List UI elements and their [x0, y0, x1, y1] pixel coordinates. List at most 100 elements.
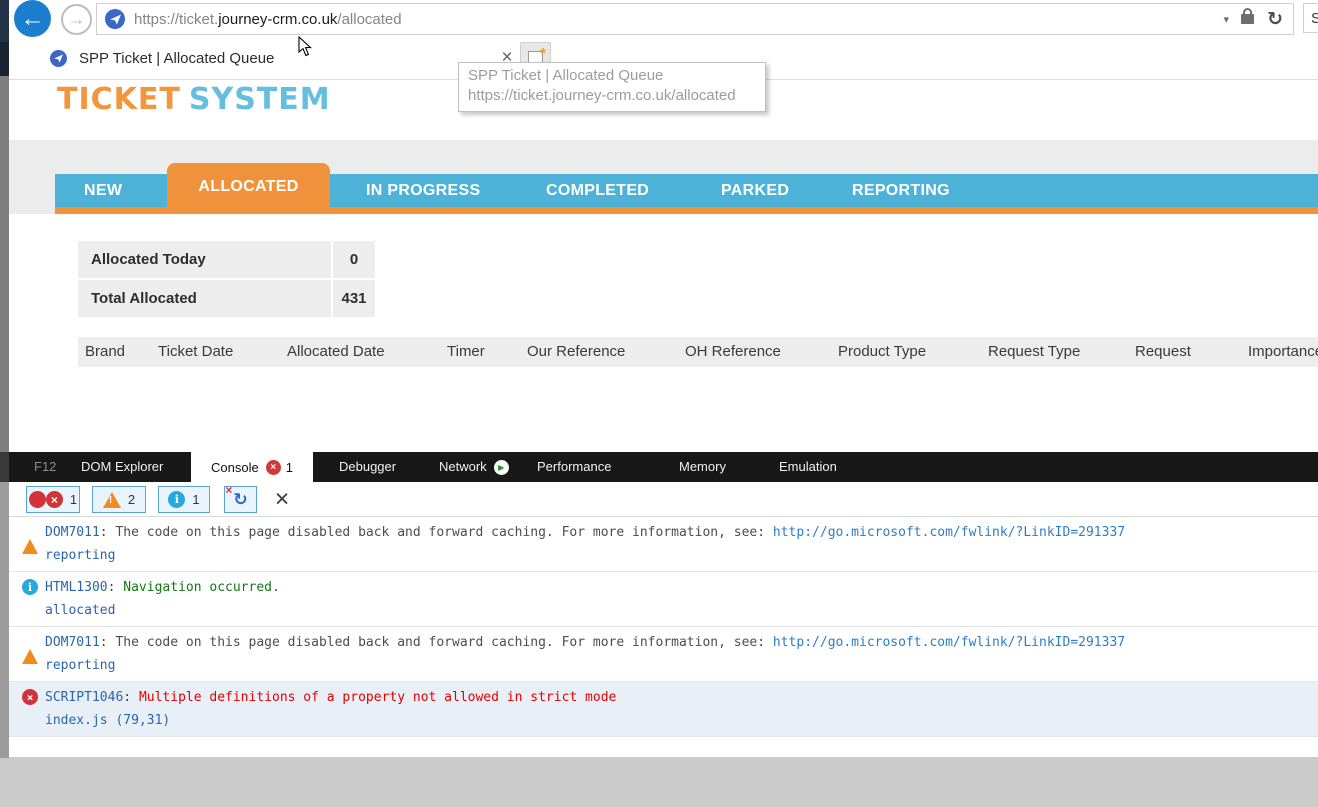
stat-label: Allocated Today	[78, 241, 331, 278]
background-window-edge-segment	[0, 76, 9, 452]
clear-on-navigate-button[interactable]: ↻ ×	[224, 482, 257, 513]
desktop-background-strip	[0, 757, 1318, 807]
url-path: /allocated	[337, 10, 402, 28]
tab-favicon-icon	[50, 50, 67, 67]
console-message-warning: ! DOM7011: The code on this page disable…	[9, 627, 1318, 682]
refresh-button[interactable]: ↻	[1263, 8, 1287, 31]
warning-icon: !	[22, 634, 38, 664]
console-message-link[interactable]: http://go.microsoft.com/fwlink/?LinkID=2…	[773, 525, 1125, 540]
network-tab-label: Network	[439, 459, 487, 474]
devtools-tab-dom-explorer[interactable]: DOM Explorer	[81, 452, 163, 482]
separator: :	[107, 580, 124, 595]
error-filter-button[interactable]: × 1	[26, 486, 80, 513]
console-toolbar: × 1 ! 2 i 1 ↻ × ×	[9, 482, 1318, 517]
nav-tab-parked[interactable]: PARKED	[721, 174, 789, 207]
forward-icon: →	[67, 9, 86, 29]
nav-band: NEW ALLOCATED IN PROGRESS COMPLETED PARK…	[9, 140, 1318, 214]
error-icon	[28, 491, 46, 508]
paper-plane-icon	[54, 54, 63, 63]
console-tab-label: Console	[211, 459, 259, 475]
warning-filter-button[interactable]: ! 2	[92, 486, 146, 513]
column-header-importance: Importance	[1248, 343, 1318, 360]
circular-arrow-icon: ↻	[233, 489, 248, 509]
console-tab-error-count: 1	[285, 459, 293, 475]
nav-tab-new[interactable]: NEW	[84, 174, 122, 207]
console-message-line: HTML1300: Navigation occurred.	[9, 576, 1318, 599]
console-message-code: SCRIPT1046	[45, 690, 124, 705]
devtools-tab-network[interactable]: Network ▶	[439, 452, 509, 482]
stat-value: 0	[333, 241, 375, 278]
separator: :	[99, 635, 116, 650]
console-output: ! DOM7011: The code on this page disable…	[9, 517, 1318, 737]
separator: :	[123, 690, 139, 705]
background-window-edge-segment	[0, 0, 9, 42]
clear-console-button[interactable]: ×	[267, 486, 297, 513]
column-header-product-type: Product Type	[838, 343, 927, 360]
info-filter-button[interactable]: i 1	[158, 486, 210, 513]
devtools-tab-bar: F12 DOM Explorer Console × 1 Debugger Ne…	[9, 452, 1318, 482]
error-icon: ×	[22, 689, 38, 705]
url-bar[interactable]: https://ticket.journey-crm.co.uk/allocat…	[96, 3, 1294, 35]
url-controls: ▾ ↻	[1216, 8, 1287, 31]
network-play-icon[interactable]: ▶	[493, 460, 509, 476]
stat-row: Total Allocated 431	[78, 280, 375, 317]
background-window-edge-segment	[0, 482, 9, 758]
console-source-link[interactable]: index.js (79,31)	[45, 713, 170, 728]
column-header-our-reference: Our Reference	[527, 343, 626, 360]
console-message-code: HTML1300	[45, 580, 108, 595]
console-message-line: DOM7011: The code on this page disabled …	[9, 521, 1318, 544]
info-count: 1	[192, 492, 200, 507]
url-dropdown-button[interactable]: ▾	[1216, 13, 1238, 26]
warning-count: 2	[127, 492, 136, 507]
forward-button[interactable]: →	[61, 4, 92, 35]
info-icon: i	[168, 491, 186, 508]
site-logo: TICKET SYSTEM	[57, 82, 331, 117]
console-message-text: The code on this page disabled back and …	[115, 635, 773, 650]
column-header-request-type: Request Type	[988, 343, 1081, 360]
lock-icon	[1241, 8, 1255, 24]
nav-tab-in-progress[interactable]: IN PROGRESS	[366, 174, 480, 207]
column-header-brand: Brand	[85, 343, 126, 360]
devtools-tab-emulation[interactable]: Emulation	[779, 452, 837, 482]
new-tab-star-icon: *	[540, 45, 546, 62]
devtools-tab-performance[interactable]: Performance	[537, 452, 611, 482]
console-message-code: DOM7011	[45, 635, 100, 650]
warning-icon: !	[102, 491, 121, 508]
console-message-link[interactable]: http://go.microsoft.com/fwlink/?LinkID=2…	[773, 635, 1125, 650]
console-source-link[interactable]: allocated	[45, 603, 115, 618]
stat-row: Allocated Today 0	[78, 241, 375, 278]
chevron-down-icon: ▾	[1223, 13, 1230, 26]
console-message-text: Multiple definitions of a property not a…	[138, 690, 617, 705]
browser-tab[interactable]: SPP Ticket | Allocated Queue	[9, 38, 499, 79]
main-nav: NEW ALLOCATED IN PROGRESS COMPLETED PARK…	[55, 163, 1318, 207]
clear-icon: ×	[274, 485, 290, 513]
console-source-link[interactable]: reporting	[45, 658, 115, 673]
back-button[interactable]: ←	[14, 0, 51, 37]
info-icon: i	[22, 579, 38, 595]
console-message-line: SCRIPT1046: Multiple definitions of a pr…	[9, 686, 1318, 709]
url-scheme: https://ticket.	[134, 10, 219, 28]
back-icon: ←	[20, 4, 45, 32]
console-source-link[interactable]: reporting	[45, 548, 115, 563]
site-favicon-icon	[105, 9, 125, 29]
error-count: 1	[69, 492, 78, 507]
nav-tab-reporting[interactable]: REPORTING	[852, 174, 950, 207]
nav-tab-completed[interactable]: COMPLETED	[546, 174, 649, 207]
background-window-edge-segment	[0, 42, 9, 76]
console-message-info: i HTML1300: Navigation occurred. allocat…	[9, 572, 1318, 627]
stat-label: Total Allocated	[78, 280, 331, 317]
column-header-request: Request	[1135, 343, 1191, 360]
console-message-text: Navigation occurred.	[123, 580, 280, 595]
console-source-line: index.js (79,31)	[9, 709, 1318, 732]
search-box[interactable]: Se	[1303, 3, 1318, 33]
nav-tab-allocated[interactable]: ALLOCATED	[167, 163, 330, 207]
red-x-icon: ×	[225, 482, 233, 497]
devtools-tab-debugger[interactable]: Debugger	[339, 452, 396, 482]
devtools-tab-memory[interactable]: Memory	[679, 452, 726, 482]
column-header-ticket-date: Ticket Date	[158, 343, 234, 360]
warning-icon: !	[22, 524, 38, 554]
warning-mark: !	[108, 494, 113, 506]
error-icon: ×	[45, 491, 63, 508]
devtools-tab-console[interactable]: Console × 1	[191, 452, 313, 482]
tab-title: SPP Ticket | Allocated Queue	[79, 50, 275, 67]
